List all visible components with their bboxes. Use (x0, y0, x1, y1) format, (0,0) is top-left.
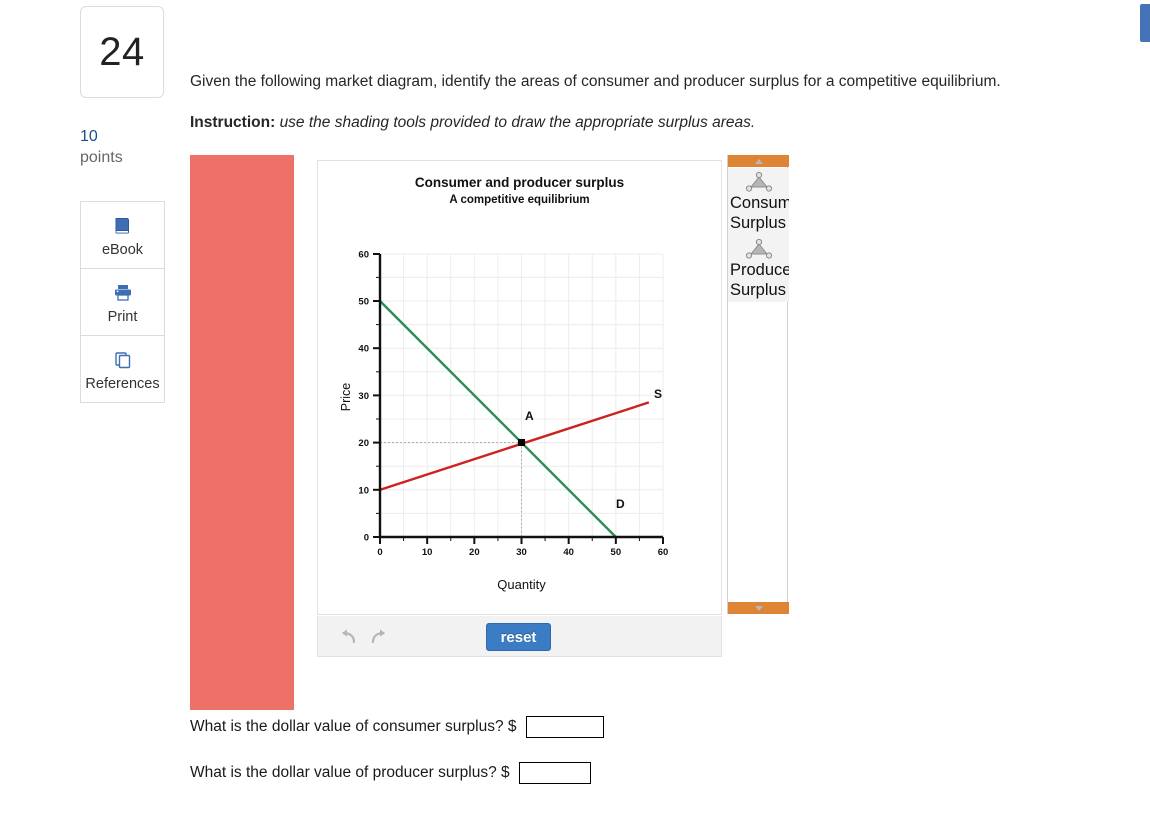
left-tool-stack: eBook Print References (80, 201, 165, 403)
supply-curve-label: S (654, 387, 662, 401)
demand-curve-label: D (616, 497, 625, 511)
points-indicator: 10 points (80, 126, 170, 168)
chevron-down-icon (754, 605, 763, 611)
chart-gridlines (380, 253, 664, 537)
producer-surplus-question-text: What is the dollar value of producer sur… (190, 764, 510, 782)
chevron-up-icon (754, 158, 763, 164)
references-button[interactable]: References (80, 335, 165, 403)
shading-triangle-icon (745, 171, 772, 192)
x-tick-5: 50 (611, 547, 622, 558)
ebook-label: eBook (101, 241, 144, 258)
consumer-surplus-label-line1: Consumer (730, 194, 789, 212)
consumer-surplus-label-line2: Surplus (730, 214, 786, 232)
right-edge-tab[interactable] (1140, 4, 1150, 42)
producer-surplus-tool[interactable]: Producer Surplus (728, 235, 789, 302)
chart-toolbar: reset (317, 616, 722, 657)
shading-triangle-icon (745, 238, 772, 259)
shading-tool-palette: Consumer Surplus Producer Surplus (727, 155, 789, 614)
x-tick-2: 20 (469, 547, 480, 558)
chart-subtitle: A competitive equilibrium (449, 194, 590, 206)
x-tick-1: 10 (422, 547, 433, 558)
redo-arrow-icon (371, 629, 385, 644)
x-tick-4: 40 (563, 547, 574, 558)
undo-arrow-icon (342, 629, 356, 644)
redo-button[interactable] (367, 626, 389, 648)
y-tick-6: 60 (358, 250, 369, 261)
equilibrium-point-marker (518, 439, 525, 446)
y-tick-0: 0 (364, 533, 369, 544)
undo-button[interactable] (338, 626, 360, 648)
y-tick-5: 50 (358, 297, 369, 308)
y-tick-4: 40 (358, 344, 369, 355)
consumer-surplus-question-row: What is the dollar value of consumer sur… (190, 716, 604, 738)
market-diagram-card[interactable]: Consumer and producer surplus A competit… (317, 160, 722, 615)
x-tick-0: 0 (377, 547, 382, 558)
consumer-surplus-tool[interactable]: Consumer Surplus (728, 168, 789, 235)
x-tick-3: 30 (516, 547, 527, 558)
print-label: Print (107, 308, 138, 325)
points-label: points (80, 149, 123, 166)
producer-surplus-input[interactable] (518, 762, 591, 784)
producer-surplus-question-row: What is the dollar value of producer sur… (190, 762, 591, 784)
reset-button[interactable]: reset (486, 623, 551, 651)
chart-title: Consumer and producer surplus (414, 175, 625, 190)
y-axis-title: Price (339, 383, 353, 412)
points-value: 10 (80, 128, 98, 145)
y-tick-2: 20 (358, 438, 369, 449)
chart-plot[interactable]: 0 10 20 30 40 50 60 0 10 20 30 40 50 60 … (318, 207, 723, 607)
instruction-label: Instruction: (190, 114, 276, 131)
consumer-surplus-question-text: What is the dollar value of consumer sur… (190, 718, 517, 736)
palette-scroll-up-button[interactable] (728, 155, 789, 167)
print-button[interactable]: Print (80, 268, 165, 336)
book-icon (113, 213, 133, 239)
question-number-box: 24 (80, 6, 164, 98)
references-label: References (85, 375, 160, 392)
palette-scroll-down-button[interactable] (728, 602, 789, 614)
x-tick-6: 60 (658, 547, 669, 558)
reset-label: reset (500, 628, 537, 646)
y-tick-3: 30 (358, 391, 369, 402)
question-prompt: Given the following market diagram, iden… (190, 73, 1001, 90)
overlay-block (190, 155, 294, 710)
ebook-button[interactable]: eBook (80, 201, 165, 269)
instruction-text: use the shading tools provided to draw t… (279, 114, 756, 131)
y-tick-1: 10 (358, 485, 369, 496)
producer-surplus-label-line1: Producer (730, 261, 789, 279)
copies-icon (113, 347, 133, 373)
question-instruction: Instruction: use the shading tools provi… (190, 114, 1135, 132)
consumer-surplus-input[interactable] (525, 716, 604, 738)
equilibrium-point-label: A (525, 409, 534, 423)
printer-icon (112, 280, 134, 306)
question-number: 24 (99, 29, 145, 74)
producer-surplus-label-line2: Surplus (730, 281, 786, 299)
palette-tool-list: Consumer Surplus Producer Surplus (728, 168, 789, 302)
x-axis-title: Quantity (497, 577, 546, 592)
supply-line (379, 401, 650, 491)
